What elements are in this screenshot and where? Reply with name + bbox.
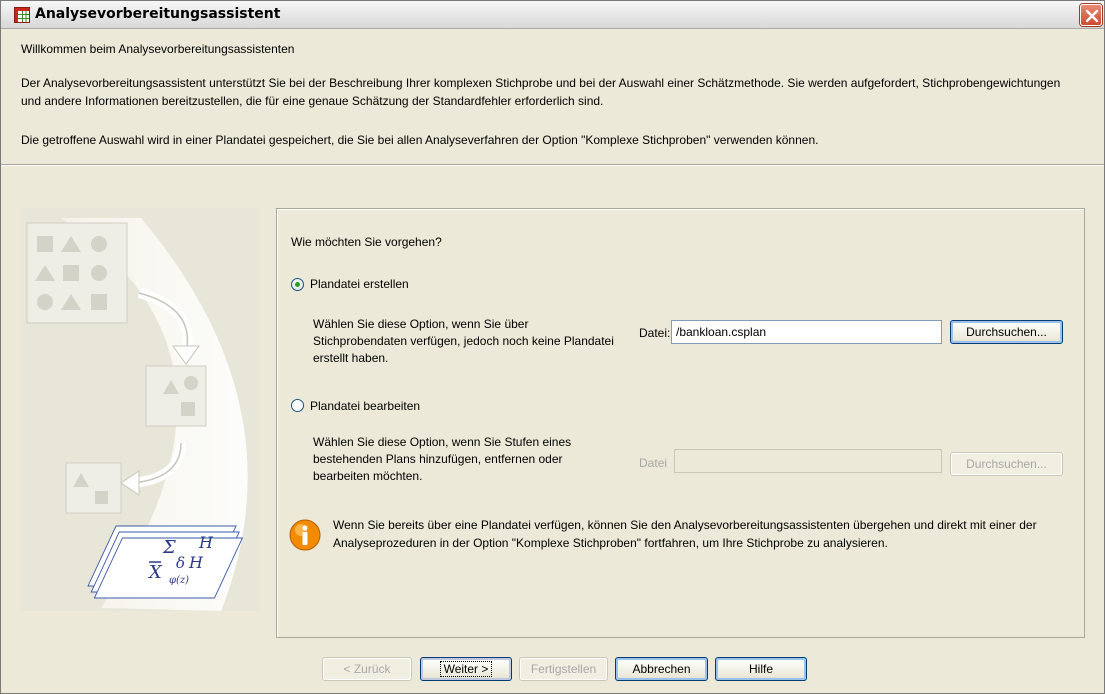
formula-phi: φ(z) <box>169 575 189 586</box>
close-button[interactable] <box>1080 4 1102 26</box>
info-icon <box>289 519 321 551</box>
finish-button[interactable]: Fertigstellen <box>519 657 608 681</box>
edit-file-label: Datei <box>639 456 668 470</box>
wizard-graphic: Σ H X δ H φ(z) <box>26 218 248 611</box>
info-text: Wenn Sie bereits über eine Plandatei ver… <box>333 518 1037 550</box>
edit-plan-radio[interactable] <box>291 399 304 412</box>
window-title: Analysevorbereitungsassistent <box>35 6 281 22</box>
edit-file-field[interactable] <box>674 449 942 473</box>
spss-grid-icon <box>14 7 30 23</box>
formula-h1: H <box>188 553 204 572</box>
create-plan-description: Wählen Sie diese Option, wenn Sie über S… <box>313 317 614 365</box>
options-panel: Wie möchten Sie vorgehen? Plandatei erst… <box>276 208 1085 638</box>
next-button-label: Weiter > <box>439 661 493 677</box>
edit-plan-description: Wählen Sie diese Option, wenn Sie Stufen… <box>313 435 572 483</box>
help-button[interactable]: Hilfe <box>715 657 807 681</box>
browse-edit-button[interactable]: Durchsuchen... <box>950 452 1063 476</box>
create-file-field[interactable]: /bankloan.csplan <box>671 320 942 344</box>
formula-h0: H <box>198 533 214 552</box>
create-plan-radio[interactable] <box>291 278 304 291</box>
edit-plan-label[interactable]: Plandatei bearbeiten <box>310 398 420 414</box>
wizard-illustration: Σ H X δ H φ(z) <box>21 208 259 611</box>
separator <box>1 164 1104 166</box>
title-bar[interactable]: Analysevorbereitungsassistent <box>1 1 1104 29</box>
create-plan-label[interactable]: Plandatei erstellen <box>310 276 409 292</box>
description-text: Der Analysevorbereitungsassistent unters… <box>21 76 1061 108</box>
formula-xbar: X <box>147 562 163 583</box>
question-label: Wie möchten Sie vorgehen? <box>291 235 442 249</box>
wizard-window: Analysevorbereitungsassistent Willkommen… <box>0 0 1105 694</box>
welcome-text: Willkommen beim Analysevorbereitungsassi… <box>21 42 295 56</box>
back-button[interactable]: < Zurück <box>322 657 412 681</box>
formula-sigma: Σ <box>162 537 176 558</box>
cancel-button[interactable]: Abbrechen <box>615 657 708 681</box>
close-icon <box>1085 9 1099 23</box>
formula-delta: δ <box>176 554 185 572</box>
next-button[interactable]: Weiter > <box>420 657 512 681</box>
plan-note-text: Die getroffene Auswahl wird in einer Pla… <box>21 133 819 147</box>
browse-create-button[interactable]: Durchsuchen... <box>950 320 1063 344</box>
create-file-label: Datei: <box>639 326 671 340</box>
